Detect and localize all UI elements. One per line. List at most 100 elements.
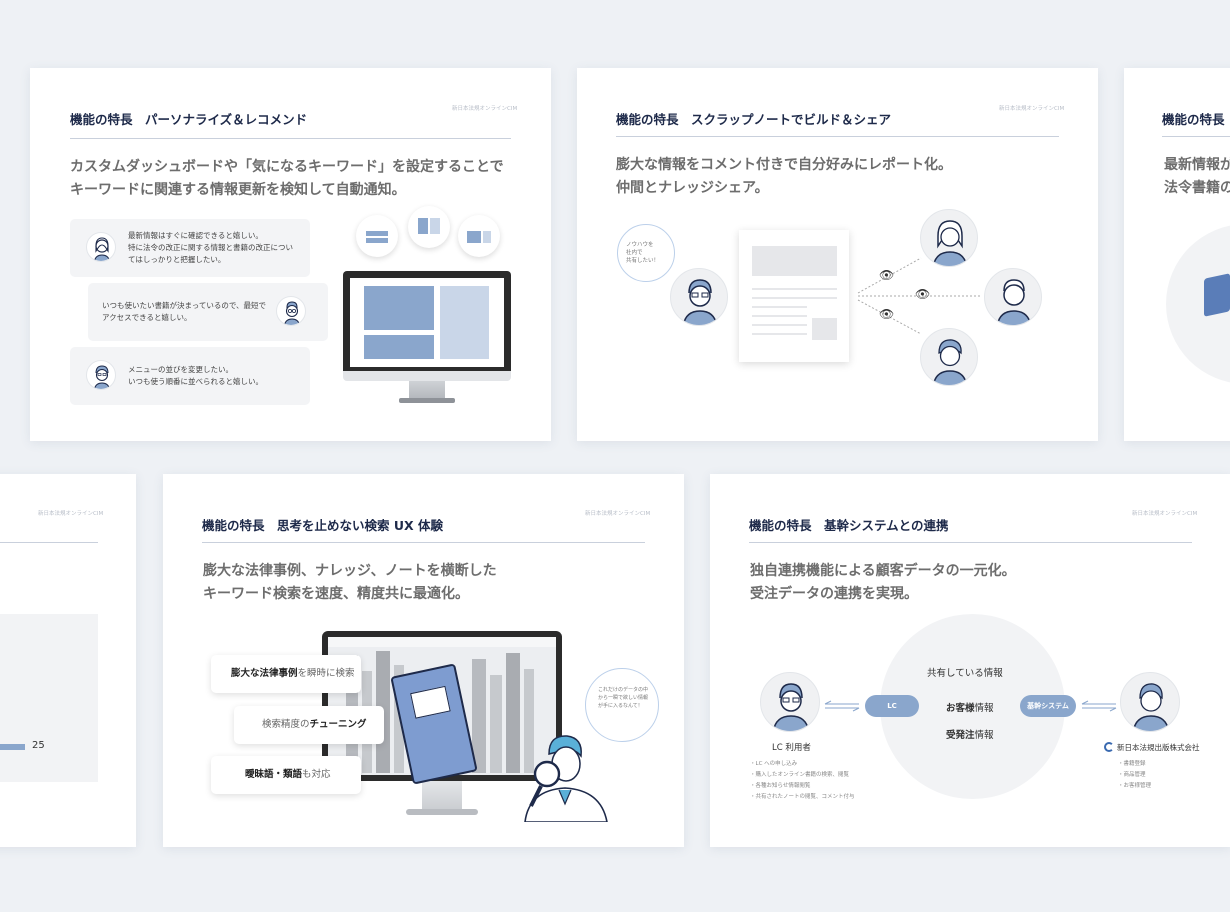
eye-icon: 👁 bbox=[915, 287, 931, 301]
box-illustration-icon bbox=[1204, 273, 1230, 317]
list-item: ・書籍登録 bbox=[1118, 761, 1146, 767]
slide-title: 機能の特長 パーソナライズ＆レコメンド bbox=[70, 112, 308, 127]
lead-line: 法令書籍の bbox=[1164, 180, 1230, 196]
divider bbox=[749, 542, 1192, 543]
monitor-illustration bbox=[343, 271, 511, 406]
feature-pill: 膨大な法律事例を瞬時に検索 bbox=[211, 655, 361, 693]
speech-line: 社内で bbox=[626, 250, 643, 256]
user-label: LC 利用者 bbox=[772, 743, 811, 753]
divider bbox=[616, 136, 1059, 137]
speech-line: これだけのデータの中 bbox=[598, 687, 649, 693]
avatar-boy-icon bbox=[920, 328, 978, 386]
list-item: ・購入したオンライン書籍の検索、閲覧 bbox=[750, 772, 850, 778]
lc-chip: LC bbox=[865, 695, 919, 717]
eye-icon: 👁 bbox=[879, 268, 895, 282]
core-system-chip: 基幹システム bbox=[1020, 695, 1076, 717]
avatar-man-glasses-icon bbox=[276, 296, 306, 326]
brand-label: 新日本法規オンラインCIM bbox=[452, 106, 518, 112]
lead-line: 仲間とナレッジシェア。 bbox=[616, 180, 769, 196]
feature-pill: 曖昧語・類語も対応 bbox=[211, 756, 361, 794]
shared-info-item: お客様情報 bbox=[946, 700, 994, 714]
shared-bold: お客様 bbox=[946, 703, 975, 714]
pill-pre: 検索精度の bbox=[262, 719, 310, 730]
eye-icon: 👁 bbox=[879, 307, 895, 321]
pill-rest: を瞬時に検索 bbox=[297, 668, 355, 679]
chart-bar bbox=[0, 744, 25, 750]
pill-bold: 膨大な法律事例 bbox=[231, 668, 298, 679]
shared-info-title: 共有している情報 bbox=[927, 668, 1003, 679]
divider bbox=[70, 138, 511, 139]
shared-rest: 情報 bbox=[974, 703, 994, 714]
user-feature-list: ・LC への申し込み ・購入したオンライン書籍の検索、閲覧 ・各種お知らせ情報閲… bbox=[750, 759, 855, 803]
feature-pill: 検索精度のチューニング bbox=[234, 706, 384, 744]
bubble-line: 最新情報はすぐに確認できると嬉しい。 bbox=[128, 231, 263, 240]
bubble-line: メニューの並びを変更したい。 bbox=[128, 365, 233, 374]
lead-line: カスタムダッシュボードや「気になるキーワード」を設定することで bbox=[70, 159, 504, 175]
slide-title: 機能の特長 基幹システムとの連携 bbox=[749, 518, 949, 533]
list-item: ・LC への申し込み bbox=[750, 761, 798, 767]
avatar-boy-icon bbox=[1120, 672, 1180, 732]
lead-line: 独自連携機能による顧客データの一元化。 bbox=[750, 563, 1016, 579]
speech-circle: ノウハウを 社内で 共有したい！ bbox=[617, 224, 675, 282]
brand-label: 新日本法規オンラインCIM bbox=[1132, 511, 1198, 517]
widget-tile-icon bbox=[458, 215, 500, 257]
speech-bubble: メニューの並びを変更したい。 いつも使う順番に並べられると嬉しい。 bbox=[70, 347, 310, 405]
shared-rest: 情報 bbox=[974, 730, 994, 741]
avatar-woman-icon bbox=[86, 232, 116, 262]
avatar-elder-icon bbox=[86, 360, 116, 390]
shared-info-item: 受発注情報 bbox=[946, 727, 994, 741]
lead-line: 最新情報が bbox=[1164, 157, 1230, 173]
slide-scrap-note: 機能の特長 スクラップノートでビルド＆シェア 新日本法規オンラインCIM 膨大な… bbox=[577, 68, 1098, 441]
divider bbox=[1162, 136, 1230, 137]
shared-bold: 受発注 bbox=[946, 730, 975, 741]
avatar-man-icon bbox=[984, 268, 1042, 326]
lead-line: キーワード検索を速度、精度共に最適化。 bbox=[203, 586, 469, 602]
speech-bubble: いつも使いたい書籍が決まっているので、最短で アクセスできると嬉しい。 bbox=[88, 283, 328, 341]
speech-line: ノウハウを bbox=[626, 242, 654, 248]
chart-value-label: 25 bbox=[32, 740, 45, 751]
slide-search-ux: 機能の特長 思考を止めない検索 UX 体験 新日本法規オンラインCIM 膨大な法… bbox=[163, 474, 684, 847]
slide-title: 機能の特長 スクラップノートでビルド＆シェア bbox=[616, 112, 892, 127]
lead-line: キーワードに関連する情報更新を検知して自動通知。 bbox=[70, 182, 406, 198]
company-logo-icon bbox=[1104, 742, 1114, 752]
pill-bold: チューニング bbox=[309, 719, 367, 730]
list-item: ・お客様管理 bbox=[1118, 783, 1152, 789]
bubble-line: 特に法令の改正に関する情報と書籍の改正につい bbox=[128, 243, 293, 252]
avatar-woman-icon bbox=[920, 209, 978, 267]
bubble-line: アクセスできると嬉しい。 bbox=[102, 313, 192, 322]
widget-tile-icon bbox=[408, 206, 450, 248]
speech-bubble: 最新情報はすぐに確認できると嬉しい。 特に法令の改正に関する情報と書籍の改正につ… bbox=[70, 219, 310, 277]
slide-partial-left: 新日本法規オンラインCIM 25 bbox=[0, 474, 136, 847]
divider bbox=[0, 542, 98, 543]
lead-text: カスタムダッシュボードや「気になるキーワード」を設定することで キーワードに関連… bbox=[70, 156, 504, 202]
speech-circle: これだけのデータの中 から一瞬で欲しい情報 が手に入るなんて！ bbox=[585, 668, 659, 742]
list-item: ・各種お知らせ情報閲覧 bbox=[750, 783, 811, 789]
bubble-line: いつも使いたい書籍が決まっているので、最短で bbox=[102, 301, 267, 310]
lead-line: 受注データの連携を実現。 bbox=[750, 586, 918, 602]
widget-tile-icon bbox=[356, 215, 398, 257]
slide-partial-right: 機能の特長 最新情報が 法令書籍の bbox=[1124, 68, 1230, 441]
brand-label: 新日本法規オンラインCIM bbox=[999, 106, 1065, 112]
lead-text: 最新情報が 法令書籍の bbox=[1164, 154, 1230, 200]
avatar-elder-icon bbox=[760, 672, 820, 732]
slide-personalize: 機能の特長 パーソナライズ＆レコメンド 新日本法規オンラインCIM カスタムダッ… bbox=[30, 68, 551, 441]
list-item: ・商品管理 bbox=[1118, 772, 1146, 778]
bubble-line: いつも使う順番に並べられると嬉しい。 bbox=[128, 377, 263, 386]
speech-line: が手に入るなんて！ bbox=[598, 703, 643, 709]
speech-line: から一瞬で欲しい情報 bbox=[598, 695, 649, 701]
lead-line: 膨大な法律事例、ナレッジ、ノートを横断した bbox=[203, 563, 497, 579]
man-magnifier-illustration bbox=[515, 732, 615, 823]
document-illustration bbox=[739, 230, 849, 362]
lead-text: 膨大な情報をコメント付きで自分好みにレポート化。 仲間とナレッジシェア。 bbox=[616, 154, 952, 200]
company-label: 新日本法規出版株式会社 bbox=[1117, 743, 1200, 752]
sync-arrow-left-icon bbox=[824, 700, 860, 712]
chart-panel bbox=[0, 614, 98, 782]
slide-core-system: 機能の特長 基幹システムとの連携 新日本法規オンラインCIM 独自連携機能による… bbox=[710, 474, 1230, 847]
lead-line: 膨大な情報をコメント付きで自分好みにレポート化。 bbox=[616, 157, 952, 173]
slide-title: 機能の特長 思考を止めない検索 UX 体験 bbox=[202, 518, 443, 533]
speech-line: 共有したい！ bbox=[626, 258, 660, 264]
divider bbox=[202, 542, 645, 543]
pill-bold: 曖昧語・類語 bbox=[245, 769, 303, 780]
avatar-elder-icon bbox=[670, 268, 728, 326]
lead-text: 膨大な法律事例、ナレッジ、ノートを横断した キーワード検索を速度、精度共に最適化… bbox=[203, 560, 497, 606]
